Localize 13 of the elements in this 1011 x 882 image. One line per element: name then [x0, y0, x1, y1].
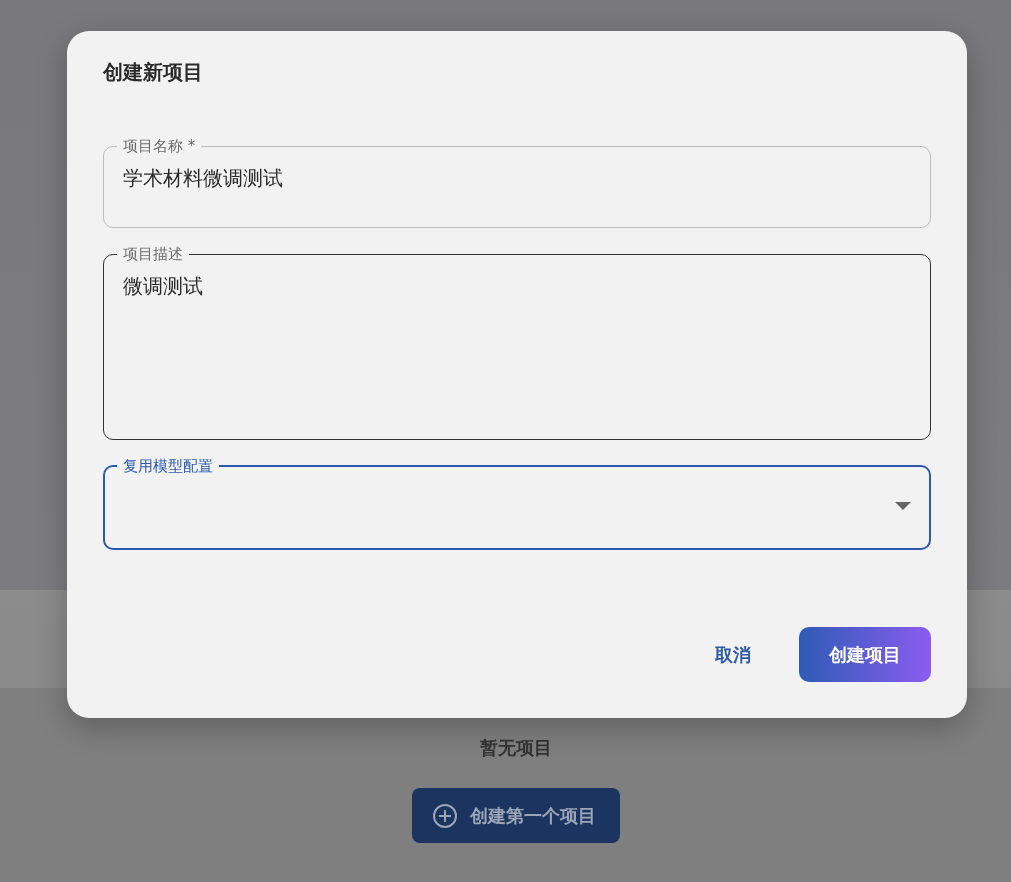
dialog-title: 创建新项目	[103, 59, 204, 86]
input-field[interactable]: 项目名称 * 学术材料微调测试	[103, 136, 931, 228]
field-label: 项目名称 *	[122, 136, 197, 156]
cancel-button[interactable]: 取消	[707, 634, 759, 675]
plus-circle-icon	[431, 802, 458, 829]
create-first-project-button[interactable]: 创建第一个项目	[411, 788, 620, 843]
field-label: 复用模型配置	[122, 456, 214, 476]
create-project-button[interactable]: 创建项目	[799, 627, 931, 682]
textarea-field[interactable]: 项目描述 微调测试	[103, 244, 931, 440]
select-field[interactable]: 复用模型配置	[103, 456, 931, 550]
empty-state-text: 暂无项目	[479, 736, 552, 760]
field-label: 项目描述	[122, 244, 184, 264]
dropdown-caret-icon	[895, 502, 911, 510]
